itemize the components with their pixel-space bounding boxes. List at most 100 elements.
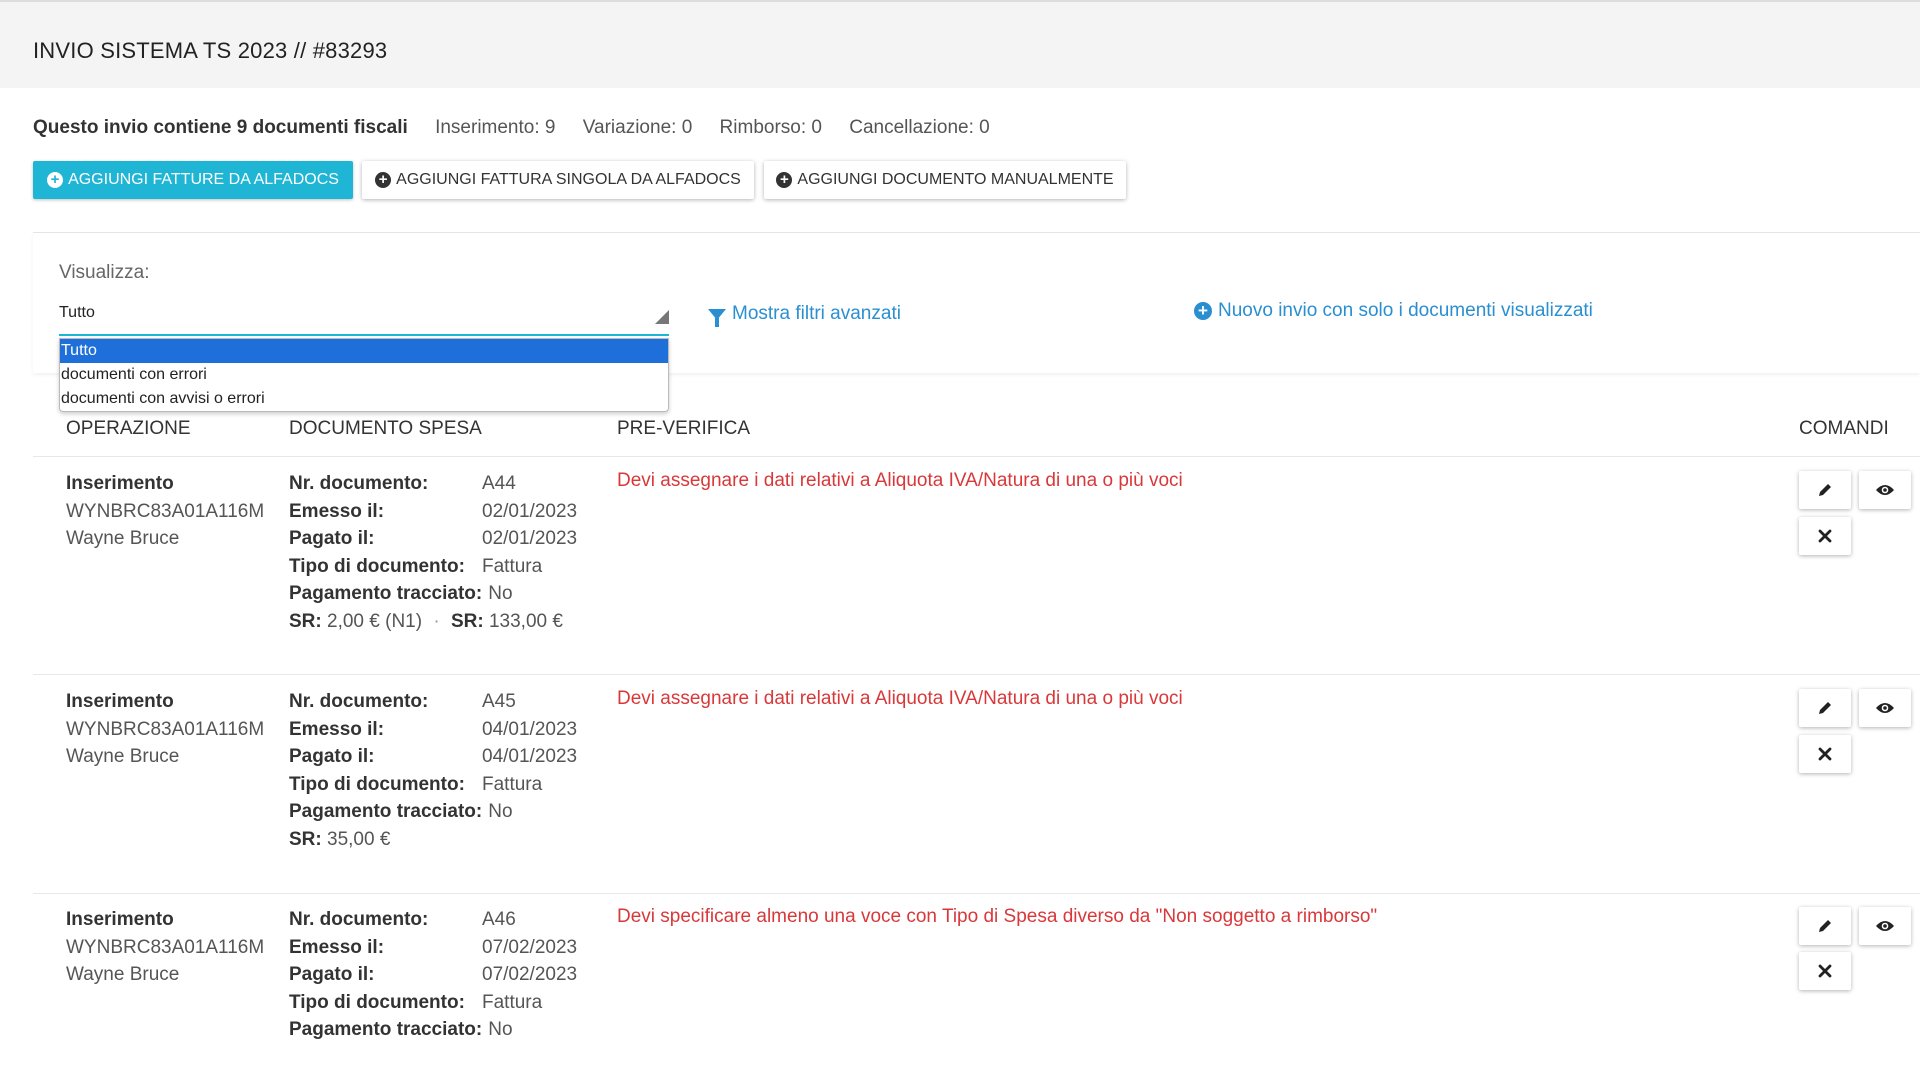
summary-inserimento: Inserimento: 9 bbox=[435, 117, 556, 138]
add-manual-label: AGGIUNGI DOCUMENTO MANUALMENTE bbox=[797, 171, 1114, 188]
paid-label: Pagato il: bbox=[289, 528, 375, 549]
traced-payment: No bbox=[488, 801, 513, 822]
add-invoices-label: AGGIUNGI FATTURE DA ALFADOCS bbox=[68, 171, 339, 188]
submission-summary: Questo invio contiene 9 documenti fiscal… bbox=[33, 117, 1012, 139]
doc-type-label: Tipo di documento: bbox=[289, 555, 465, 577]
operation-type: Inserimento bbox=[66, 473, 174, 494]
new-submission-link[interactable]: + Nuovo invio con solo i documenti visua… bbox=[1194, 300, 1593, 322]
column-header-preverifica: PRE-VERIFICA bbox=[617, 418, 751, 439]
doc-number-label: Nr. documento: bbox=[289, 691, 429, 712]
plus-circle-icon: + bbox=[1194, 302, 1212, 320]
fiscal-code: WYNBRC83A01A116M bbox=[66, 936, 265, 958]
issued-label: Emesso il: bbox=[289, 500, 385, 522]
close-icon bbox=[1818, 529, 1832, 543]
page-header: INVIO SISTEMA TS 2023 // #83293 bbox=[0, 0, 1920, 88]
pencil-icon bbox=[1819, 484, 1831, 496]
row-divider bbox=[33, 893, 1920, 894]
row-divider bbox=[33, 674, 1920, 675]
patient-name: Wayne Bruce bbox=[66, 964, 180, 985]
pencil-icon bbox=[1819, 920, 1831, 932]
paid-label: Pagato il: bbox=[289, 746, 375, 767]
view-button[interactable] bbox=[1859, 907, 1911, 945]
add-single-invoice-button[interactable]: + AGGIUNGI FATTURA SINGOLA DA ALFADOCS bbox=[362, 161, 754, 199]
plus-circle-icon: + bbox=[776, 172, 793, 188]
doc-type-label: Tipo di documento: bbox=[289, 773, 465, 795]
sr-value: 2,00 € (N1) bbox=[327, 610, 423, 632]
summary-rimborso: Rimborso: 0 bbox=[719, 117, 822, 138]
add-invoices-from-alfadocs-button[interactable]: + AGGIUNGI FATTURE DA ALFADOCS bbox=[33, 161, 353, 199]
plus-circle-icon: + bbox=[47, 172, 64, 188]
sr-label: SR: bbox=[450, 610, 484, 632]
summary-variazione: Variazione: 0 bbox=[582, 117, 693, 138]
delete-button[interactable] bbox=[1799, 735, 1851, 773]
eye-icon bbox=[1876, 703, 1894, 713]
dropdown-arrow-icon bbox=[655, 310, 669, 324]
view-filter-label: Visualizza: bbox=[59, 262, 150, 283]
eye-icon bbox=[1876, 921, 1894, 931]
operation-type: Inserimento bbox=[66, 691, 174, 712]
preverify-error: Devi assegnare i dati relativi a Aliquot… bbox=[617, 688, 1183, 709]
operation-cell: Inserimento WYNBRC83A01A116M Wayne Bruce bbox=[66, 906, 264, 989]
doc-type-label: Tipo di documento: bbox=[289, 991, 465, 1013]
patient-name: Wayne Bruce bbox=[66, 746, 180, 767]
paid-date: 04/01/2023 bbox=[482, 746, 578, 767]
issued-date: 02/01/2023 bbox=[482, 500, 578, 522]
funnel-icon bbox=[708, 308, 726, 327]
edit-button[interactable] bbox=[1799, 907, 1851, 945]
dropdown-option-errori[interactable]: documenti con errori bbox=[60, 363, 668, 387]
fiscal-code: WYNBRC83A01A116M bbox=[66, 500, 265, 522]
edit-button[interactable] bbox=[1799, 471, 1851, 509]
traced-payment: No bbox=[488, 1019, 513, 1040]
sr-separator: · bbox=[433, 610, 440, 632]
eye-icon bbox=[1876, 485, 1894, 495]
doc-number: A46 bbox=[482, 909, 516, 930]
fiscal-code: WYNBRC83A01A116M bbox=[66, 718, 265, 740]
paid-label: Pagato il: bbox=[289, 964, 375, 985]
document-cell: Nr. documento: A44 Emesso il: 02/01/2023 P… bbox=[289, 470, 577, 635]
doc-number-label: Nr. documento: bbox=[289, 909, 429, 930]
preverify-error: Devi assegnare i dati relativi a Aliquot… bbox=[617, 470, 1183, 491]
issued-date: 07/02/2023 bbox=[482, 936, 578, 958]
operation-type: Inserimento bbox=[66, 909, 174, 930]
traced-payment: No bbox=[488, 583, 513, 604]
column-header-operazione: OPERAZIONE bbox=[66, 418, 191, 439]
traced-payment-label: Pagamento tracciato: bbox=[289, 801, 483, 822]
issued-label: Emesso il: bbox=[289, 936, 385, 958]
doc-type: Fattura bbox=[482, 991, 543, 1013]
edit-button[interactable] bbox=[1799, 689, 1851, 727]
sr-label: SR: bbox=[289, 610, 322, 632]
paid-date: 02/01/2023 bbox=[482, 528, 578, 549]
delete-button[interactable] bbox=[1799, 952, 1851, 990]
summary-main: Questo invio contiene 9 documenti fiscal… bbox=[33, 117, 408, 138]
dropdown-option-avvisi-errori[interactable]: documenti con avvisi o errori bbox=[60, 387, 668, 411]
sr-value: 35,00 € bbox=[327, 828, 391, 850]
view-filter-select[interactable]: Tutto bbox=[59, 300, 669, 336]
pencil-icon bbox=[1819, 702, 1831, 714]
close-icon bbox=[1818, 747, 1832, 761]
view-filter-dropdown: Tutto documenti con errori documenti con… bbox=[59, 338, 669, 412]
doc-number: A44 bbox=[482, 473, 516, 494]
close-icon bbox=[1818, 964, 1832, 978]
advanced-filters-label: Mostra filtri avanzati bbox=[732, 303, 901, 324]
document-cell: Nr. documento: A46 Emesso il: 07/02/2023 P… bbox=[289, 906, 577, 1044]
doc-type: Fattura bbox=[482, 555, 543, 577]
doc-number-label: Nr. documento: bbox=[289, 473, 429, 494]
dropdown-option-tutto[interactable]: Tutto bbox=[60, 339, 668, 363]
delete-button[interactable] bbox=[1799, 517, 1851, 555]
patient-name: Wayne Bruce bbox=[66, 528, 180, 549]
column-header-documento: DOCUMENTO SPESA bbox=[289, 418, 482, 439]
advanced-filters-link[interactable]: Mostra filtri avanzati bbox=[708, 303, 901, 327]
sr-label: SR: bbox=[289, 828, 322, 850]
plus-circle-icon: + bbox=[375, 172, 392, 188]
page-title: INVIO SISTEMA TS 2023 // #83293 bbox=[33, 38, 388, 63]
new-submission-label: Nuovo invio con solo i documenti visuali… bbox=[1218, 300, 1593, 321]
add-manual-document-button[interactable]: + AGGIUNGI DOCUMENTO MANUALMENTE bbox=[764, 161, 1126, 199]
doc-type: Fattura bbox=[482, 773, 543, 795]
document-cell: Nr. documento: A45 Emesso il: 04/01/2023 P… bbox=[289, 688, 577, 853]
add-single-invoice-label: AGGIUNGI FATTURA SINGOLA DA ALFADOCS bbox=[396, 171, 741, 188]
row-divider bbox=[33, 456, 1920, 457]
traced-payment-label: Pagamento tracciato: bbox=[289, 1019, 483, 1040]
view-button[interactable] bbox=[1859, 689, 1911, 727]
view-filter-value: Tutto bbox=[59, 304, 95, 321]
view-button[interactable] bbox=[1859, 471, 1911, 509]
